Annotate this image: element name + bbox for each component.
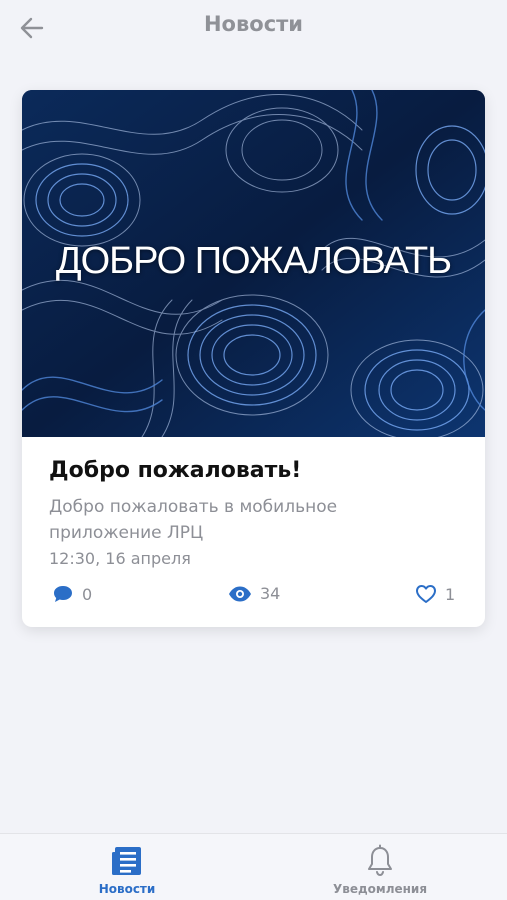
eye-icon: [229, 586, 251, 601]
news-card[interactable]: ДОБРО ПОЖАЛОВАТЬ Добро пожаловать! Добро…: [22, 90, 485, 627]
likes-stat[interactable]: 1: [415, 584, 455, 604]
news-stats: 0 34 1: [22, 580, 485, 614]
tab-notifications[interactable]: Уведомления: [320, 844, 440, 896]
header: Новости: [0, 0, 507, 56]
news-datetime: 12:30, 16 апреля: [49, 549, 191, 568]
bell-icon: [368, 844, 392, 877]
banner-text: ДОБРО ПОЖАЛОВАТЬ: [55, 240, 452, 282]
news-icon: [112, 847, 141, 875]
page-title: Новости: [203, 12, 304, 36]
tab-news[interactable]: Новости: [67, 844, 187, 896]
views-count: 34: [260, 584, 281, 603]
news-card-image: ДОБРО ПОЖАЛОВАТЬ: [22, 90, 485, 437]
tab-notifications-label: Уведомления: [332, 882, 428, 896]
comments-stat[interactable]: 0: [52, 584, 92, 604]
tab-news-label: Новости: [98, 882, 156, 896]
news-description: Добро пожаловать в мобильное приложение …: [49, 497, 338, 543]
comment-icon: [54, 586, 72, 602]
likes-count: 1: [445, 584, 456, 604]
news-title[interactable]: Добро пожаловать!: [49, 458, 301, 483]
comments-count: 0: [82, 584, 93, 604]
bottom-tab-bar: Новости Уведомления: [0, 833, 507, 900]
heart-icon: [416, 585, 436, 603]
views-stat: 34: [228, 584, 280, 603]
